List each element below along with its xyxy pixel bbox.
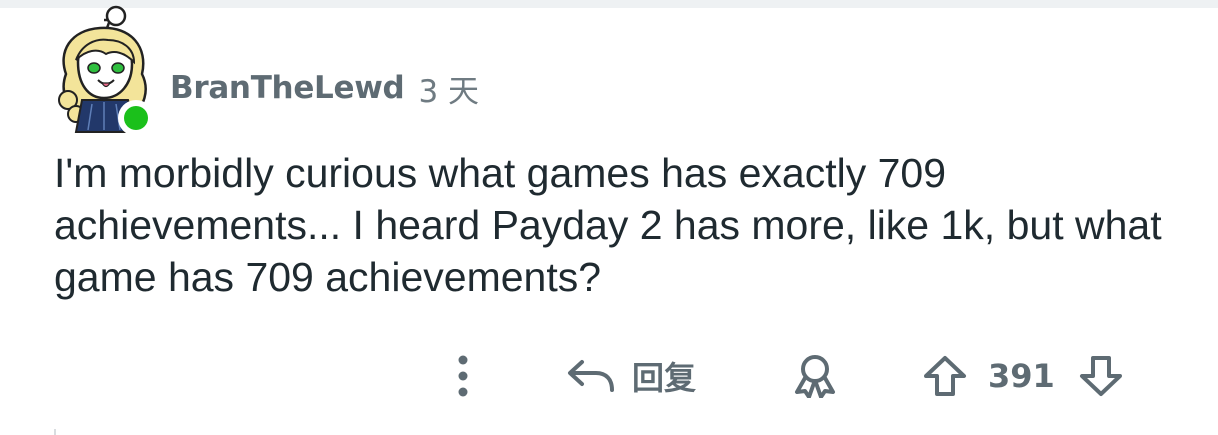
comment: BranTheLewd 3 天 I'm morbidly curious wha…: [0, 0, 1218, 435]
award-button[interactable]: [790, 351, 840, 401]
reply-label: 回复: [632, 359, 697, 397]
online-status-indicator: [118, 100, 154, 136]
comment-meta: BranTheLewd 3 天: [170, 66, 479, 110]
arrow-down-icon: [1080, 356, 1122, 396]
upvote-button[interactable]: [918, 351, 972, 401]
reply-icon: [568, 360, 614, 392]
downvote-button[interactable]: [1074, 351, 1128, 401]
vote-count: 391: [988, 351, 1055, 401]
reply-button[interactable]: 回复: [566, 351, 696, 401]
timestamp: 3 天: [418, 73, 480, 110]
comment-body: I'm morbidly curious what games has exac…: [54, 150, 1162, 300]
more-icon: [458, 355, 468, 397]
comment-actions: 回复 391: [0, 345, 1218, 407]
more-options-button[interactable]: [446, 351, 480, 401]
award-icon: [795, 355, 835, 398]
vote-count-label: 391: [988, 357, 1055, 395]
username[interactable]: BranTheLewd: [170, 70, 405, 106]
arrow-up-icon: [924, 356, 966, 396]
thread-line: [54, 429, 56, 435]
